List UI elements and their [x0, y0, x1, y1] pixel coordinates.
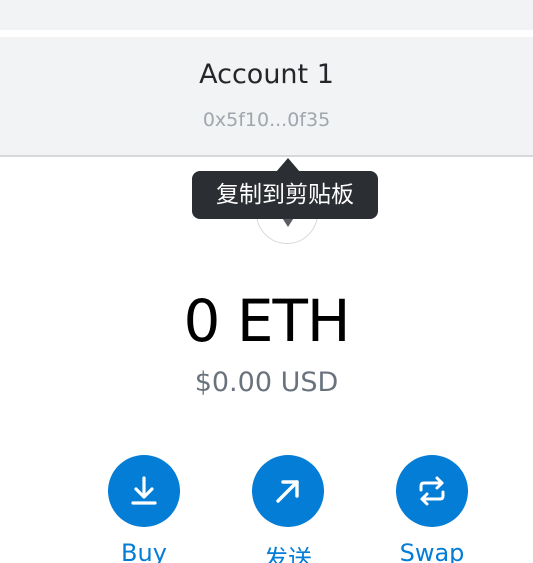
send-button[interactable]: 发送: [238, 455, 338, 563]
send-label: 发送: [264, 545, 312, 563]
fiat-balance: $0.00 USD: [194, 367, 339, 398]
copy-to-clipboard-tooltip: 复制到剪贴板: [192, 171, 378, 219]
buy-label: Buy: [121, 539, 167, 563]
account-address[interactable]: 0x5f10...0f35: [0, 109, 533, 131]
top-bar: [0, 0, 533, 30]
account-header[interactable]: Account 1 0x5f10...0f35: [0, 37, 533, 157]
eth-balance: 0 ETH: [183, 287, 350, 355]
wallet-page: Account 1 0x5f10...0f35 复制到剪贴板 0 ETH $0.…: [0, 0, 533, 563]
arrow-up-right-icon[interactable]: [252, 455, 324, 527]
download-icon[interactable]: [108, 455, 180, 527]
tooltip-arrow: [276, 158, 300, 172]
account-name: Account 1: [199, 59, 334, 90]
buy-button[interactable]: Buy: [94, 455, 194, 563]
swap-icon[interactable]: [396, 455, 468, 527]
swap-button[interactable]: Swap: [382, 455, 482, 563]
swap-label: Swap: [399, 539, 465, 563]
